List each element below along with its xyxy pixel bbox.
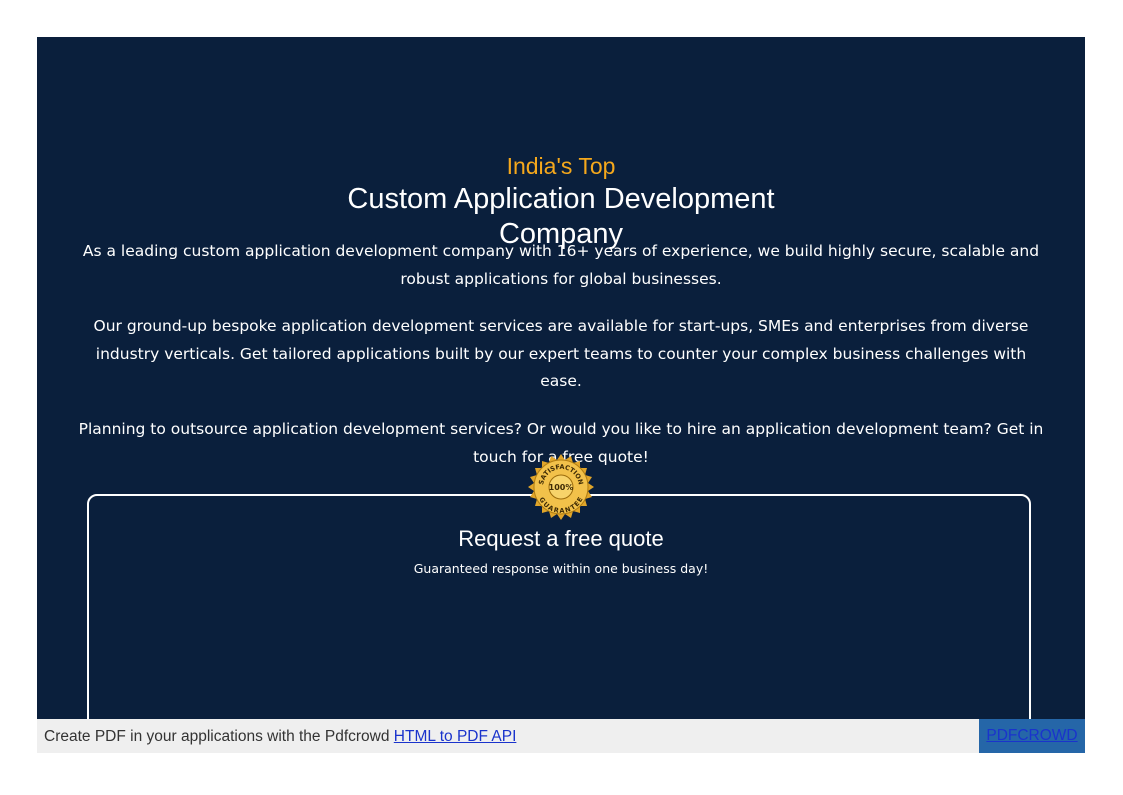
hero-eyebrow: India's Top	[506, 153, 616, 179]
satisfaction-guarantee-badge-icon: SATISFACTION GUARANTEE 100%	[528, 454, 594, 520]
footer-message: Create PDF in your applications with the…	[44, 728, 394, 745]
quote-title: Request a free quote	[458, 526, 664, 551]
badge-center-text: 100%	[549, 483, 574, 492]
hero-paragraph-1: As a leading custom application developm…	[82, 242, 1040, 288]
pdfcrowd-footer-bar: Create PDF in your applications with the…	[37, 719, 1085, 753]
html-to-pdf-api-link[interactable]: HTML to PDF API	[394, 728, 517, 745]
pdfcrowd-button[interactable]: PDFCROWD	[979, 719, 1085, 753]
quote-subtitle: Guaranteed response within one business …	[413, 561, 709, 576]
footer-text: Create PDF in your applications with the…	[44, 728, 516, 746]
hero-section: India's Top Custom Application Developme…	[37, 37, 1085, 719]
hero-paragraph-2: Our ground-up bespoke application develo…	[93, 317, 1029, 390]
